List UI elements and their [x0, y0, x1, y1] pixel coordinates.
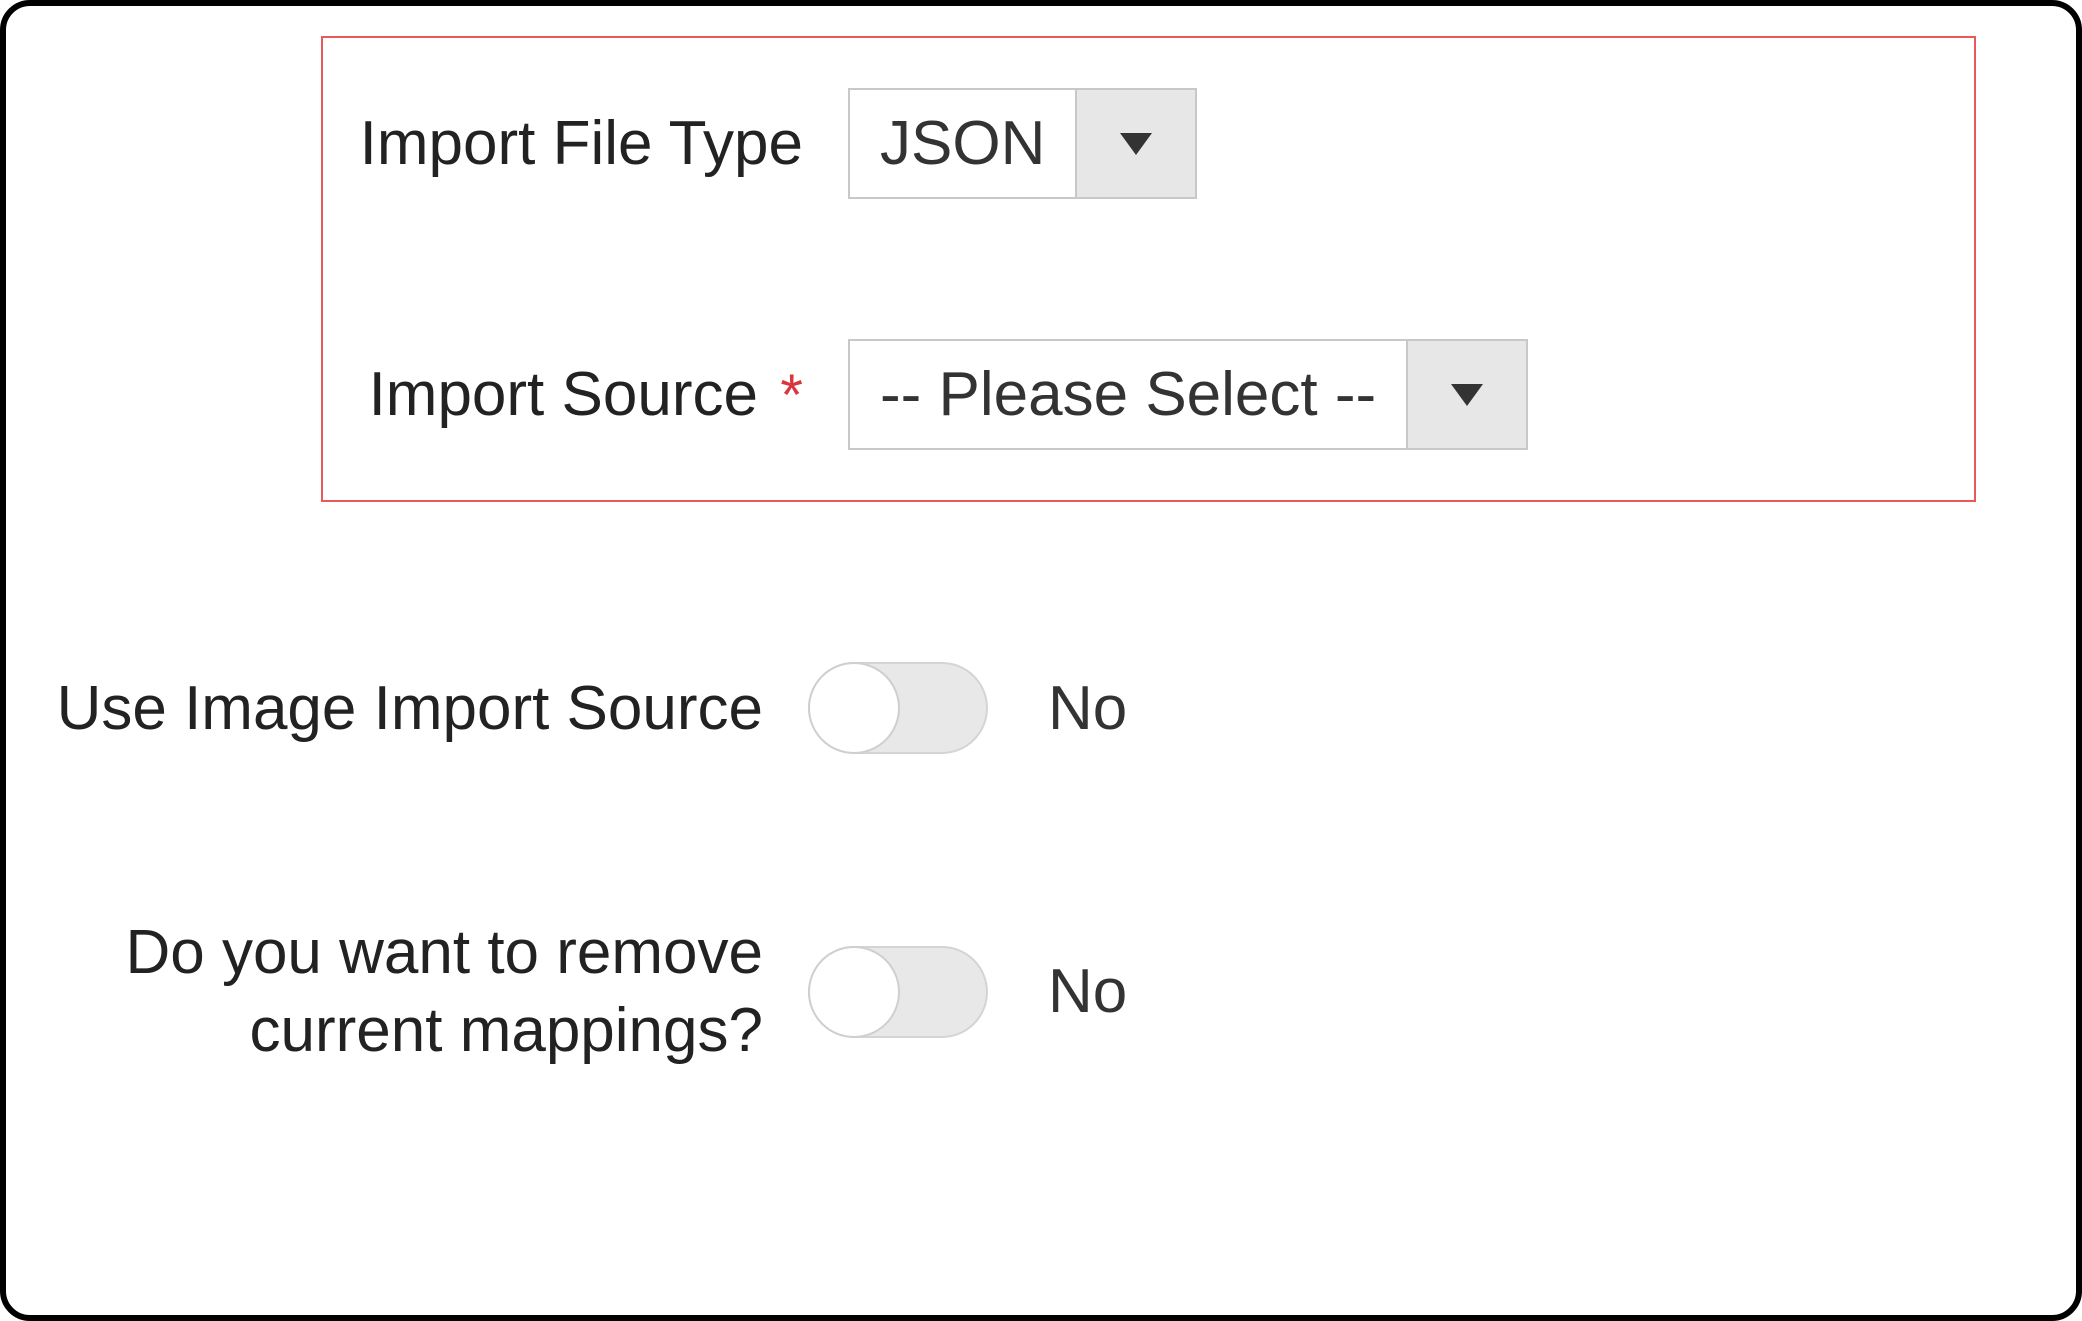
- use-image-source-row: Use Image Import Source No: [46, 662, 2036, 754]
- import-file-type-row: Import File Type JSON: [353, 88, 1944, 199]
- toggle-knob: [808, 946, 900, 1038]
- label-col: Import File Type: [353, 108, 848, 179]
- label-col: Do you want to remove current mappings?: [46, 914, 808, 1069]
- control-col: JSON: [848, 88, 1197, 199]
- import-source-label: Import Source: [369, 360, 758, 429]
- import-file-type-value: JSON: [850, 90, 1075, 197]
- remove-mappings-toggle[interactable]: [808, 946, 988, 1038]
- import-source-value: -- Please Select --: [850, 341, 1406, 448]
- control-col: -- Please Select --: [848, 339, 1528, 450]
- import-source-row: Import Source * -- Please Select --: [353, 339, 1944, 450]
- chevron-down-icon: [1075, 90, 1195, 197]
- remove-mappings-label: Do you want to remove current mappings?: [46, 914, 763, 1069]
- chevron-down-icon: [1406, 341, 1526, 448]
- use-image-source-label: Use Image Import Source: [57, 674, 763, 743]
- control-col: No: [808, 946, 1127, 1038]
- use-image-source-value: No: [1048, 673, 1127, 744]
- remove-mappings-row: Do you want to remove current mappings? …: [46, 914, 2036, 1069]
- toggle-knob: [808, 662, 900, 754]
- import-source-select[interactable]: -- Please Select --: [848, 339, 1528, 450]
- highlighted-section: Import File Type JSON Import Source * --…: [321, 36, 1976, 502]
- import-file-type-label: Import File Type: [360, 109, 803, 178]
- required-indicator: *: [780, 363, 803, 428]
- form-panel: Import File Type JSON Import Source * --…: [0, 0, 2082, 1321]
- remove-mappings-value: No: [1048, 956, 1127, 1027]
- label-col: Use Image Import Source: [46, 673, 808, 744]
- toggle-section: Use Image Import Source No Do you want t…: [46, 662, 2036, 1069]
- control-col: No: [808, 662, 1127, 754]
- import-file-type-select[interactable]: JSON: [848, 88, 1197, 199]
- label-col: Import Source *: [353, 359, 848, 430]
- use-image-source-toggle[interactable]: [808, 662, 988, 754]
